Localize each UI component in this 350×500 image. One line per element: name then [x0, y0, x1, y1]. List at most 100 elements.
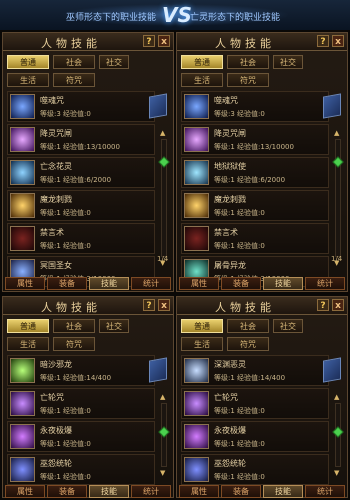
skill-row[interactable]: 永夜极爆 等级:1 经验值:0 [181, 421, 329, 452]
scroll-thumb[interactable] [332, 426, 344, 438]
tab-life[interactable]: 生活 [7, 337, 49, 351]
skill-row[interactable]: 禁言术 等级:1 经验值:0 [7, 223, 155, 254]
skill-row[interactable]: 地狱狱使 等级:1 经验值:6/2000 [181, 157, 329, 188]
scrollbar[interactable] [332, 403, 344, 467]
tab-stats[interactable]: 统计 [305, 485, 345, 498]
scroll-up-icon[interactable]: ▲ [334, 393, 339, 401]
tab-social[interactable]: 社交 [99, 319, 129, 333]
scroll-thumb[interactable] [158, 426, 170, 438]
skill-row[interactable]: 降灵咒闸 等级:1 经验值:13/10000 [7, 124, 155, 155]
skill-level: 等级:1 经验值:13/10000 [40, 143, 120, 151]
skill-panel-wizard-page1: 人物技能 ? x 普通 社会 社交 生活 符咒 噬魂咒 等级:3 经验值:0 降… [2, 32, 174, 292]
tab-attributes[interactable]: 属性 [179, 277, 219, 290]
help-button[interactable]: ? [317, 35, 329, 47]
scroll-down-icon[interactable]: ▼ [160, 469, 165, 477]
help-button[interactable]: ? [317, 299, 329, 311]
tab-normal[interactable]: 普通 [181, 55, 223, 69]
tab-skills[interactable]: 技能 [263, 277, 303, 290]
tab-life[interactable]: 生活 [7, 73, 49, 87]
scroll-thumb[interactable] [158, 156, 170, 168]
skill-level: 等级:1 经验值:0 [214, 242, 265, 250]
tab-society[interactable]: 社会 [53, 55, 95, 69]
tab-social[interactable]: 社交 [99, 55, 129, 69]
skill-level: 等级:1 经验值:0 [40, 440, 91, 448]
tab-equipment[interactable]: 装备 [47, 277, 87, 290]
tab-attributes[interactable]: 属性 [179, 485, 219, 498]
panel-titlebar[interactable]: 人物技能 ? x [177, 33, 347, 51]
skill-row[interactable]: 魔龙刺戮 等级:1 经验值:0 [7, 190, 155, 221]
skill-name: 地狱狱使 [214, 162, 246, 171]
tab-charm[interactable]: 符咒 [53, 73, 95, 87]
panel-titlebar[interactable]: 人物技能 ? x [177, 297, 347, 315]
skill-icon [10, 160, 35, 185]
tab-skills[interactable]: 技能 [89, 485, 129, 498]
help-button[interactable]: ? [143, 35, 155, 47]
skill-name: 禁言术 [214, 228, 238, 237]
close-button[interactable]: x [158, 35, 170, 47]
skill-row[interactable]: 噬魂咒 等级:3 经验值:0 [7, 91, 155, 122]
tab-equipment[interactable]: 装备 [221, 277, 261, 290]
tab-society[interactable]: 社会 [53, 319, 95, 333]
tab-charm[interactable]: 符咒 [227, 337, 269, 351]
skill-level: 等级:1 经验值:0 [40, 473, 91, 481]
tab-normal[interactable]: 普通 [181, 319, 223, 333]
skill-icon [184, 193, 209, 218]
skill-row[interactable]: 禁言术 等级:1 经验值:0 [181, 223, 329, 254]
page-indicator: 1/4 [331, 255, 343, 263]
skill-row[interactable]: 魔龙刺戮 等级:1 经验值:0 [181, 190, 329, 221]
panel-titlebar[interactable]: 人物技能 ? x [3, 297, 173, 315]
close-button[interactable]: x [332, 35, 344, 47]
tab-normal[interactable]: 普通 [7, 319, 49, 333]
tab-life[interactable]: 生活 [181, 73, 223, 87]
tab-attributes[interactable]: 属性 [5, 485, 45, 498]
skill-level: 等级:1 经验值:14/400 [214, 374, 286, 382]
skill-row[interactable]: 亡念花灵 等级:1 经验值:6/2000 [7, 157, 155, 188]
scroll-up-icon[interactable]: ▲ [334, 129, 339, 137]
tab-society[interactable]: 社会 [227, 55, 269, 69]
tab-stats[interactable]: 统计 [305, 277, 345, 290]
tab-social[interactable]: 社交 [273, 319, 303, 333]
skill-row[interactable]: 亡轮咒 等级:1 经验值:0 [181, 388, 329, 419]
scrollbar[interactable] [158, 139, 170, 257]
skill-icon [184, 160, 209, 185]
tab-equipment[interactable]: 装备 [47, 485, 87, 498]
tab-stats[interactable]: 统计 [131, 485, 171, 498]
skill-book-icon[interactable] [149, 357, 167, 383]
tab-society[interactable]: 社会 [227, 319, 269, 333]
scroll-up-icon[interactable]: ▲ [160, 393, 165, 401]
tab-normal[interactable]: 普通 [7, 55, 49, 69]
skill-book-icon[interactable] [149, 93, 167, 119]
skill-name: 深渊恶灵 [214, 360, 246, 369]
skill-row[interactable]: 巫怨统轮 等级:1 经验值:0 [7, 454, 155, 485]
skill-row[interactable]: 亡轮咒 等级:1 经验值:0 [7, 388, 155, 419]
skill-row[interactable]: 噬魂咒 等级:3 经验值:0 [181, 91, 329, 122]
scroll-thumb[interactable] [332, 156, 344, 168]
tab-charm[interactable]: 符咒 [53, 337, 95, 351]
scroll-up-icon[interactable]: ▲ [160, 129, 165, 137]
skill-name: 永夜极爆 [214, 426, 246, 435]
scroll-down-icon[interactable]: ▼ [334, 469, 339, 477]
skill-book-icon[interactable] [323, 93, 341, 119]
skill-row[interactable]: 巫怨统轮 等级:1 经验值:0 [181, 454, 329, 485]
skill-row[interactable]: 深渊恶灵 等级:1 经验值:14/400 [181, 355, 329, 386]
skill-row[interactable]: 永夜极爆 等级:1 经验值:0 [7, 421, 155, 452]
skill-book-icon[interactable] [323, 357, 341, 383]
help-button[interactable]: ? [143, 299, 155, 311]
panel-title: 人物技能 [215, 301, 275, 314]
tab-stats[interactable]: 统计 [131, 277, 171, 290]
tab-charm[interactable]: 符咒 [227, 73, 269, 87]
close-button[interactable]: x [158, 299, 170, 311]
tab-life[interactable]: 生活 [181, 337, 223, 351]
tab-attributes[interactable]: 属性 [5, 277, 45, 290]
tab-skills[interactable]: 技能 [89, 277, 129, 290]
panel-titlebar[interactable]: 人物技能 ? x [3, 33, 173, 51]
close-button[interactable]: x [332, 299, 344, 311]
tab-social[interactable]: 社交 [273, 55, 303, 69]
scrollbar[interactable] [158, 403, 170, 467]
comparison-banner: 巫师形态下的职业技能 VS 亡灵形态下的职业技能 [0, 0, 350, 30]
skill-row[interactable]: 降灵咒闸 等级:1 经验值:13/10000 [181, 124, 329, 155]
tab-equipment[interactable]: 装备 [221, 485, 261, 498]
scrollbar[interactable] [332, 139, 344, 257]
tab-skills[interactable]: 技能 [263, 485, 303, 498]
skill-row[interactable]: 暗沙邪龙 等级:1 经验值:14/400 [7, 355, 155, 386]
